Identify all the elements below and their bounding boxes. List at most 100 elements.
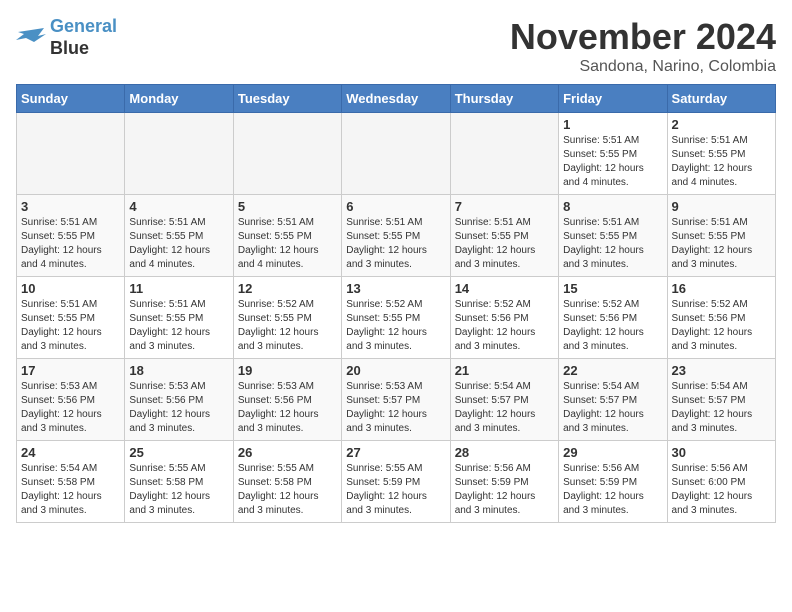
calendar-day-cell <box>233 113 341 195</box>
day-number: 13 <box>346 281 445 296</box>
calendar-day-cell: 21 Sunrise: 5:54 AM Sunset: 5:57 PM Dayli… <box>450 359 558 441</box>
calendar-day-cell: 3 Sunrise: 5:51 AM Sunset: 5:55 PM Daylig… <box>17 195 125 277</box>
calendar-day-cell: 27 Sunrise: 5:55 AM Sunset: 5:59 PM Dayli… <box>342 441 450 523</box>
day-info: Sunrise: 5:51 AM Sunset: 5:55 PM Dayligh… <box>129 298 228 354</box>
calendar-day-cell: 30 Sunrise: 5:56 AM Sunset: 6:00 PM Dayli… <box>667 441 775 523</box>
day-info: Sunrise: 5:51 AM Sunset: 5:55 PM Dayligh… <box>672 134 771 190</box>
calendar-day-cell <box>342 113 450 195</box>
day-number: 5 <box>238 199 337 214</box>
calendar-day-cell <box>125 113 233 195</box>
calendar-day-cell: 25 Sunrise: 5:55 AM Sunset: 5:58 PM Dayli… <box>125 441 233 523</box>
day-number: 29 <box>563 445 662 460</box>
calendar-week-row: 1 Sunrise: 5:51 AM Sunset: 5:55 PM Daylig… <box>17 113 776 195</box>
day-number: 3 <box>21 199 120 214</box>
title-area: November 2024 Sandona, Narino, Colombia <box>510 16 776 76</box>
day-info: Sunrise: 5:56 AM Sunset: 5:59 PM Dayligh… <box>563 462 662 518</box>
calendar-day-cell: 14 Sunrise: 5:52 AM Sunset: 5:56 PM Dayli… <box>450 277 558 359</box>
day-number: 20 <box>346 363 445 378</box>
calendar-day-cell <box>17 113 125 195</box>
calendar-week-row: 3 Sunrise: 5:51 AM Sunset: 5:55 PM Daylig… <box>17 195 776 277</box>
month-title: November 2024 <box>510 16 776 58</box>
day-info: Sunrise: 5:56 AM Sunset: 6:00 PM Dayligh… <box>672 462 771 518</box>
day-number: 14 <box>455 281 554 296</box>
day-number: 16 <box>672 281 771 296</box>
calendar-day-cell: 11 Sunrise: 5:51 AM Sunset: 5:55 PM Dayli… <box>125 277 233 359</box>
day-number: 8 <box>563 199 662 214</box>
weekday-header-cell: Wednesday <box>342 85 450 113</box>
weekday-header-row: SundayMondayTuesdayWednesdayThursdayFrid… <box>17 85 776 113</box>
calendar-day-cell: 7 Sunrise: 5:51 AM Sunset: 5:55 PM Daylig… <box>450 195 558 277</box>
calendar-day-cell: 18 Sunrise: 5:53 AM Sunset: 5:56 PM Dayli… <box>125 359 233 441</box>
header: General Blue November 2024 Sandona, Nari… <box>16 16 776 76</box>
weekday-header-cell: Saturday <box>667 85 775 113</box>
day-info: Sunrise: 5:51 AM Sunset: 5:55 PM Dayligh… <box>21 298 120 354</box>
day-info: Sunrise: 5:53 AM Sunset: 5:56 PM Dayligh… <box>238 380 337 436</box>
day-info: Sunrise: 5:55 AM Sunset: 5:58 PM Dayligh… <box>238 462 337 518</box>
day-info: Sunrise: 5:52 AM Sunset: 5:56 PM Dayligh… <box>672 298 771 354</box>
calendar-day-cell: 9 Sunrise: 5:51 AM Sunset: 5:55 PM Daylig… <box>667 195 775 277</box>
day-number: 2 <box>672 117 771 132</box>
day-number: 1 <box>563 117 662 132</box>
day-number: 15 <box>563 281 662 296</box>
location-title: Sandona, Narino, Colombia <box>510 58 776 76</box>
day-info: Sunrise: 5:53 AM Sunset: 5:56 PM Dayligh… <box>129 380 228 436</box>
day-number: 19 <box>238 363 337 378</box>
day-info: Sunrise: 5:55 AM Sunset: 5:59 PM Dayligh… <box>346 462 445 518</box>
day-number: 17 <box>21 363 120 378</box>
day-number: 7 <box>455 199 554 214</box>
calendar-day-cell: 22 Sunrise: 5:54 AM Sunset: 5:57 PM Dayli… <box>559 359 667 441</box>
day-number: 11 <box>129 281 228 296</box>
day-info: Sunrise: 5:56 AM Sunset: 5:59 PM Dayligh… <box>455 462 554 518</box>
day-info: Sunrise: 5:52 AM Sunset: 5:55 PM Dayligh… <box>238 298 337 354</box>
day-number: 12 <box>238 281 337 296</box>
day-number: 6 <box>346 199 445 214</box>
calendar-day-cell: 5 Sunrise: 5:51 AM Sunset: 5:55 PM Daylig… <box>233 195 341 277</box>
day-number: 4 <box>129 199 228 214</box>
calendar-table: SundayMondayTuesdayWednesdayThursdayFrid… <box>16 84 776 523</box>
day-info: Sunrise: 5:51 AM Sunset: 5:55 PM Dayligh… <box>346 216 445 272</box>
day-info: Sunrise: 5:54 AM Sunset: 5:58 PM Dayligh… <box>21 462 120 518</box>
calendar-day-cell: 2 Sunrise: 5:51 AM Sunset: 5:55 PM Daylig… <box>667 113 775 195</box>
day-number: 18 <box>129 363 228 378</box>
weekday-header-cell: Monday <box>125 85 233 113</box>
calendar-day-cell: 15Sunrise: 5:52 AM Sunset: 5:56 PM Dayli… <box>559 277 667 359</box>
calendar-day-cell: 24 Sunrise: 5:54 AM Sunset: 5:58 PM Dayli… <box>17 441 125 523</box>
calendar-day-cell: 1Sunrise: 5:51 AM Sunset: 5:55 PM Daylig… <box>559 113 667 195</box>
day-info: Sunrise: 5:53 AM Sunset: 5:56 PM Dayligh… <box>21 380 120 436</box>
day-info: Sunrise: 5:54 AM Sunset: 5:57 PM Dayligh… <box>455 380 554 436</box>
day-number: 30 <box>672 445 771 460</box>
day-info: Sunrise: 5:52 AM Sunset: 5:56 PM Dayligh… <box>455 298 554 354</box>
weekday-header-cell: Sunday <box>17 85 125 113</box>
calendar-day-cell: 29 Sunrise: 5:56 AM Sunset: 5:59 PM Dayli… <box>559 441 667 523</box>
day-number: 23 <box>672 363 771 378</box>
day-number: 27 <box>346 445 445 460</box>
day-info: Sunrise: 5:51 AM Sunset: 5:55 PM Dayligh… <box>672 216 771 272</box>
calendar-day-cell: 20 Sunrise: 5:53 AM Sunset: 5:57 PM Dayli… <box>342 359 450 441</box>
day-number: 24 <box>21 445 120 460</box>
calendar-day-cell <box>450 113 558 195</box>
calendar-day-cell: 10 Sunrise: 5:51 AM Sunset: 5:55 PM Dayli… <box>17 277 125 359</box>
day-number: 22 <box>563 363 662 378</box>
logo: General Blue <box>16 16 117 59</box>
day-info: Sunrise: 5:54 AM Sunset: 5:57 PM Dayligh… <box>563 380 662 436</box>
day-number: 21 <box>455 363 554 378</box>
day-info: Sunrise: 5:52 AM Sunset: 5:55 PM Dayligh… <box>346 298 445 354</box>
weekday-header-cell: Thursday <box>450 85 558 113</box>
day-number: 9 <box>672 199 771 214</box>
day-info: Sunrise: 5:55 AM Sunset: 5:58 PM Dayligh… <box>129 462 228 518</box>
weekday-header-cell: Tuesday <box>233 85 341 113</box>
calendar-day-cell: 26Sunrise: 5:55 AM Sunset: 5:58 PM Dayli… <box>233 441 341 523</box>
calendar-day-cell: 23Sunrise: 5:54 AM Sunset: 5:57 PM Dayli… <box>667 359 775 441</box>
day-info: Sunrise: 5:51 AM Sunset: 5:55 PM Dayligh… <box>563 216 662 272</box>
calendar-day-cell: 19 Sunrise: 5:53 AM Sunset: 5:56 PM Dayli… <box>233 359 341 441</box>
weekday-header-cell: Friday <box>559 85 667 113</box>
calendar-day-cell: 17 Sunrise: 5:53 AM Sunset: 5:56 PM Dayli… <box>17 359 125 441</box>
day-number: 10 <box>21 281 120 296</box>
calendar-body: 1 Sunrise: 5:51 AM Sunset: 5:55 PM Daylig… <box>17 113 776 523</box>
day-info: Sunrise: 5:51 AM Sunset: 5:55 PM Dayligh… <box>21 216 120 272</box>
day-number: 25 <box>129 445 228 460</box>
day-info: Sunrise: 5:53 AM Sunset: 5:57 PM Dayligh… <box>346 380 445 436</box>
calendar-day-cell: 12 Sunrise: 5:52 AM Sunset: 5:55 PM Dayli… <box>233 277 341 359</box>
day-info: Sunrise: 5:51 AM Sunset: 5:55 PM Dayligh… <box>238 216 337 272</box>
day-info: Sunrise: 5:51 AM Sunset: 5:55 PM Dayligh… <box>455 216 554 272</box>
